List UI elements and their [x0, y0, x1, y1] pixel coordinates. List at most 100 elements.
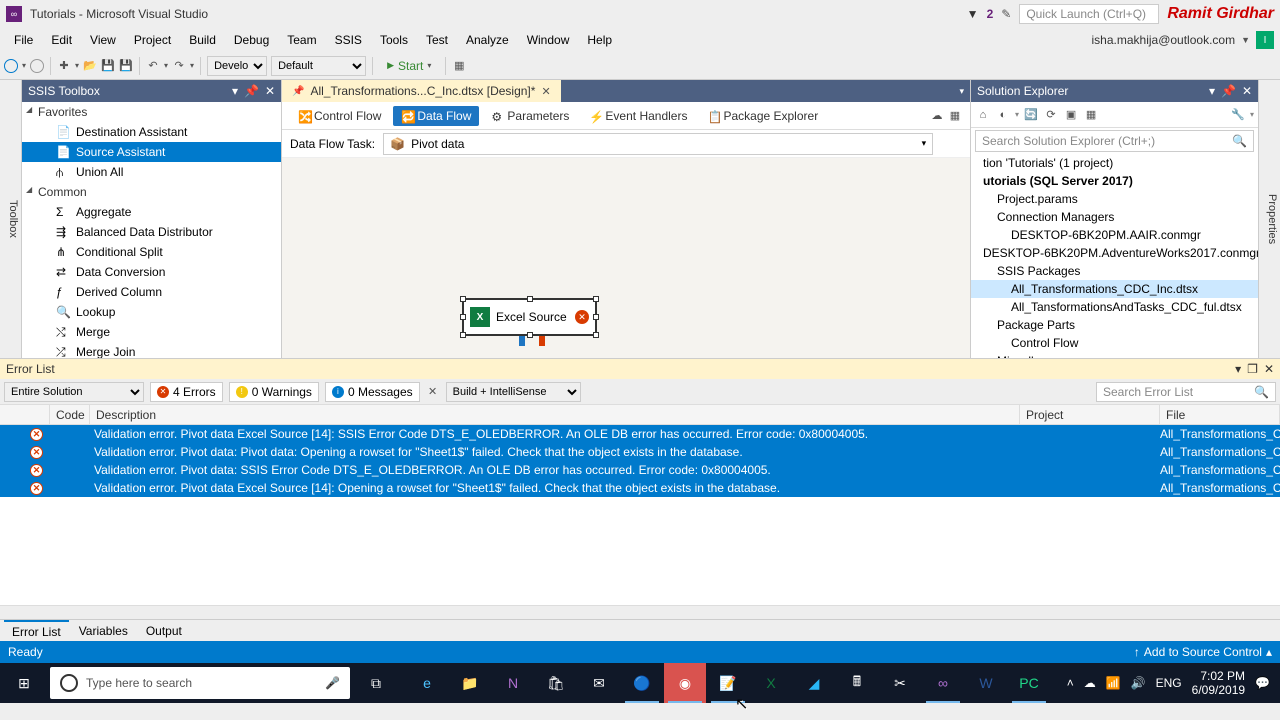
- se-showall-icon[interactable]: ▦: [1083, 107, 1099, 123]
- se-close-icon[interactable]: ✕: [1242, 84, 1252, 98]
- menu-edit[interactable]: Edit: [43, 30, 80, 50]
- col-description[interactable]: Description: [90, 405, 1020, 424]
- tray-lang[interactable]: ENG: [1156, 676, 1182, 690]
- solution-node[interactable]: Connection Managers: [971, 208, 1258, 226]
- solution-tree[interactable]: tion 'Tutorials' (1 project)utorials (SQ…: [971, 154, 1258, 358]
- se-properties-icon[interactable]: 🔧: [1230, 107, 1246, 123]
- toolbox-item-data-conversion[interactable]: ⇄Data Conversion: [22, 262, 281, 282]
- menu-window[interactable]: Window: [519, 30, 578, 50]
- solution-node[interactable]: DESKTOP-6BK20PM.AdventureWorks2017.conmg…: [971, 244, 1258, 262]
- toolbox-item-merge[interactable]: ⤭Merge: [22, 322, 281, 342]
- warnings-filter[interactable]: !0 Warnings: [229, 382, 319, 402]
- app-word[interactable]: W: [965, 663, 1007, 703]
- app-excel[interactable]: X: [750, 663, 792, 703]
- chevron-up-icon[interactable]: ▴: [1266, 645, 1272, 659]
- messages-filter[interactable]: i0 Messages: [325, 382, 420, 402]
- toolbox-side-tab[interactable]: Toolbox: [0, 80, 22, 358]
- solution-node[interactable]: tion 'Tutorials' (1 project): [971, 154, 1258, 172]
- output-arrow-blue[interactable]: [519, 336, 525, 346]
- tray-clock[interactable]: 7:02 PM 6/09/2019: [1192, 669, 1245, 698]
- toolbox-item-merge-join[interactable]: ⤮Merge Join: [22, 342, 281, 358]
- col-code[interactable]: Code: [50, 405, 90, 424]
- error-row[interactable]: ✕Validation error. Pivot data: SSIS Erro…: [0, 461, 1280, 479]
- tab-event-handlers[interactable]: ⚡Event Handlers: [581, 106, 695, 126]
- se-pin-icon[interactable]: 📌: [1221, 84, 1236, 98]
- toolbox-item-aggregate[interactable]: ΣAggregate: [22, 202, 281, 222]
- solution-search-input[interactable]: Search Solution Explorer (Ctrl+;)🔍: [975, 130, 1254, 152]
- menu-analyze[interactable]: Analyze: [458, 30, 517, 50]
- toolbox-pin-icon[interactable]: 📌: [244, 84, 259, 98]
- nav-forward-button[interactable]: [30, 59, 44, 73]
- document-tab[interactable]: 📌 All_Transformations...C_Inc.dtsx [Desi…: [282, 80, 561, 102]
- app-chrome[interactable]: 🔵: [621, 663, 663, 703]
- menu-ssis[interactable]: SSIS: [327, 30, 370, 50]
- mic-icon[interactable]: 🎤: [325, 676, 340, 690]
- tray-network-icon[interactable]: 📶: [1106, 676, 1121, 690]
- task-view-button[interactable]: ⧉: [354, 663, 398, 703]
- properties-side-tab[interactable]: Properties: [1258, 80, 1280, 358]
- user-dropdown-icon[interactable]: ▼: [1241, 35, 1250, 45]
- toolbox-item-derived-column[interactable]: ƒDerived Column: [22, 282, 281, 302]
- solution-node[interactable]: Miscellaneous: [971, 352, 1258, 358]
- error-row[interactable]: ✕Validation error. Pivot data Excel Sour…: [0, 479, 1280, 497]
- nav-back-button[interactable]: [4, 59, 18, 73]
- app-azure[interactable]: ◢: [793, 663, 835, 703]
- toolbox-item-destination-assistant[interactable]: 📄Destination Assistant: [22, 122, 281, 142]
- clear-filter-icon[interactable]: ✕: [426, 385, 440, 399]
- tab-parameters[interactable]: ⚙Parameters: [483, 106, 577, 126]
- app-explorer[interactable]: 📁: [449, 663, 491, 703]
- toolbox-item-bdd[interactable]: ⇶Balanced Data Distributor: [22, 222, 281, 242]
- tab-dropdown-icon[interactable]: ▾: [953, 86, 970, 97]
- se-home-icon[interactable]: ⌂: [975, 107, 991, 123]
- notification-badge[interactable]: 2: [987, 7, 994, 21]
- error-list-body[interactable]: ✕Validation error. Pivot data Excel Sour…: [0, 425, 1280, 605]
- pin-icon[interactable]: 📌: [292, 86, 304, 97]
- system-tray[interactable]: ˄ ☁ 📶 🔊 ENG 7:02 PM 6/09/2019 💬: [1059, 669, 1278, 698]
- el-restore-icon[interactable]: ❐: [1247, 362, 1258, 376]
- toolbox-item-lookup[interactable]: 🔍Lookup: [22, 302, 281, 322]
- menu-build[interactable]: Build: [181, 30, 224, 50]
- excel-source-shape[interactable]: X Excel Source ✕: [462, 298, 597, 336]
- tab-control-flow[interactable]: 🔀Control Flow: [290, 106, 389, 126]
- app-snip[interactable]: ✂: [879, 663, 921, 703]
- new-project-icon[interactable]: ✚: [57, 59, 71, 73]
- menu-debug[interactable]: Debug: [226, 30, 277, 50]
- open-file-icon[interactable]: 📂: [83, 59, 97, 73]
- flag-icon[interactable]: ▼: [967, 7, 979, 21]
- col-file[interactable]: File: [1160, 405, 1280, 424]
- app-edge[interactable]: e: [406, 663, 448, 703]
- app-camtasia[interactable]: ◉: [664, 663, 706, 703]
- se-collapse-icon[interactable]: ▣: [1063, 107, 1079, 123]
- tab-error-list[interactable]: Error List: [4, 620, 69, 642]
- app-onenote[interactable]: N: [492, 663, 534, 703]
- error-row[interactable]: ✕Validation error. Pivot data: Pivot dat…: [0, 443, 1280, 461]
- start-button[interactable]: ⊞: [2, 663, 46, 703]
- error-row[interactable]: ✕Validation error. Pivot data Excel Sour…: [0, 425, 1280, 443]
- solution-node[interactable]: All_Transformations_CDC_Inc.dtsx: [971, 280, 1258, 298]
- toolbox-item-conditional-split[interactable]: ⋔Conditional Split: [22, 242, 281, 262]
- solution-node[interactable]: Project.params: [971, 190, 1258, 208]
- toolbox-dropdown-icon[interactable]: ▾: [232, 84, 238, 98]
- solution-node[interactable]: DESKTOP-6BK20PM.AAIR.conmgr: [971, 226, 1258, 244]
- error-scope-select[interactable]: Entire Solution: [4, 382, 144, 402]
- menu-project[interactable]: Project: [126, 30, 179, 50]
- col-project[interactable]: Project: [1020, 405, 1160, 424]
- tab-output[interactable]: Output: [138, 621, 190, 641]
- error-search-input[interactable]: Search Error List🔍: [1096, 382, 1276, 402]
- close-icon[interactable]: ✕: [541, 85, 550, 98]
- menu-test[interactable]: Test: [418, 30, 456, 50]
- menu-file[interactable]: File: [6, 30, 41, 50]
- publish-icon[interactable]: ↑: [1134, 645, 1140, 659]
- tray-volume-icon[interactable]: 🔊: [1131, 676, 1146, 690]
- menu-help[interactable]: Help: [579, 30, 620, 50]
- toolbox-item-source-assistant[interactable]: 📄Source Assistant: [22, 142, 281, 162]
- tray-notifications-icon[interactable]: 💬: [1255, 676, 1270, 690]
- tab-data-flow[interactable]: 🔁Data Flow: [393, 106, 479, 126]
- se-dropdown-icon[interactable]: ▾: [1209, 84, 1215, 98]
- toolbox-cat-favorites[interactable]: Favorites: [22, 102, 281, 122]
- se-back-icon[interactable]: ◐: [995, 107, 1011, 123]
- quick-launch-input[interactable]: Quick Launch (Ctrl+Q): [1019, 4, 1159, 24]
- tab-package-explorer[interactable]: 📋Package Explorer: [699, 106, 826, 126]
- errors-filter[interactable]: ✕4 Errors: [150, 382, 223, 402]
- se-sync-icon[interactable]: 🔄: [1023, 107, 1039, 123]
